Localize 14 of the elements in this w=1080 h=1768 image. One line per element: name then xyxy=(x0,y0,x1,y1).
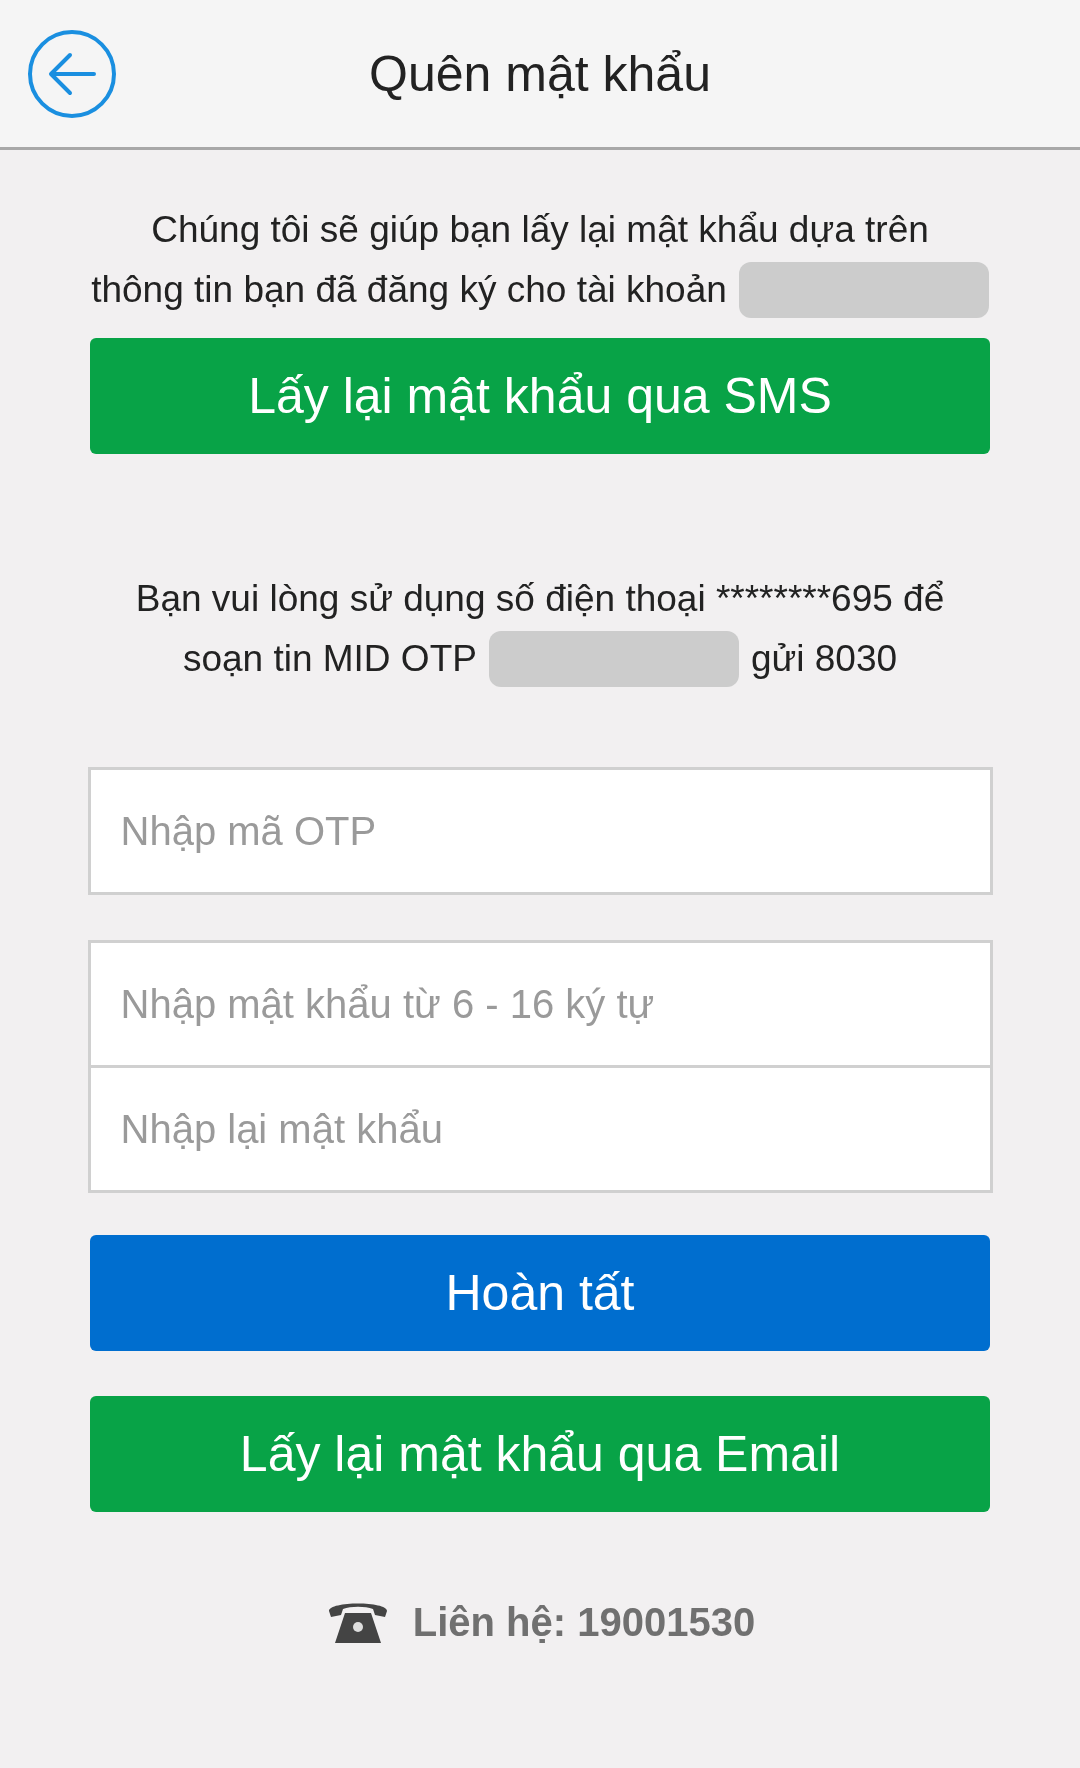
sms-reset-button[interactable]: Lấy lại mật khẩu qua SMS xyxy=(90,338,990,454)
otp-field[interactable]: Nhập mã OTP xyxy=(87,767,993,895)
body-text: thông tin bạn đã đăng ký cho tài khoản xyxy=(91,268,727,312)
body-text: soạn tin MID OTP xyxy=(182,637,477,681)
body-text: Chúng tôi sẽ giúp bạn lấy lại mật khẩu dựa trên xyxy=(151,208,929,252)
back-button[interactable] xyxy=(26,28,118,120)
contact-text: Liên hệ: 19001530 xyxy=(412,1599,756,1645)
body-text: gửi 8030 xyxy=(750,637,898,681)
password-field[interactable]: Nhập lại mật khẩu xyxy=(87,1065,993,1193)
password-field[interactable]: Nhập mật khẩu từ 6 - 16 ký tự xyxy=(87,940,993,1068)
done-button[interactable]: Hoàn tất xyxy=(90,1235,990,1351)
email-reset-button[interactable]: Lấy lại mật khẩu qua Email xyxy=(90,1396,990,1512)
body-text: Bạn vui lòng sử dụng số điện thoại ********695 để xyxy=(135,577,945,621)
page-title: Quên mật khẩu xyxy=(369,44,711,103)
